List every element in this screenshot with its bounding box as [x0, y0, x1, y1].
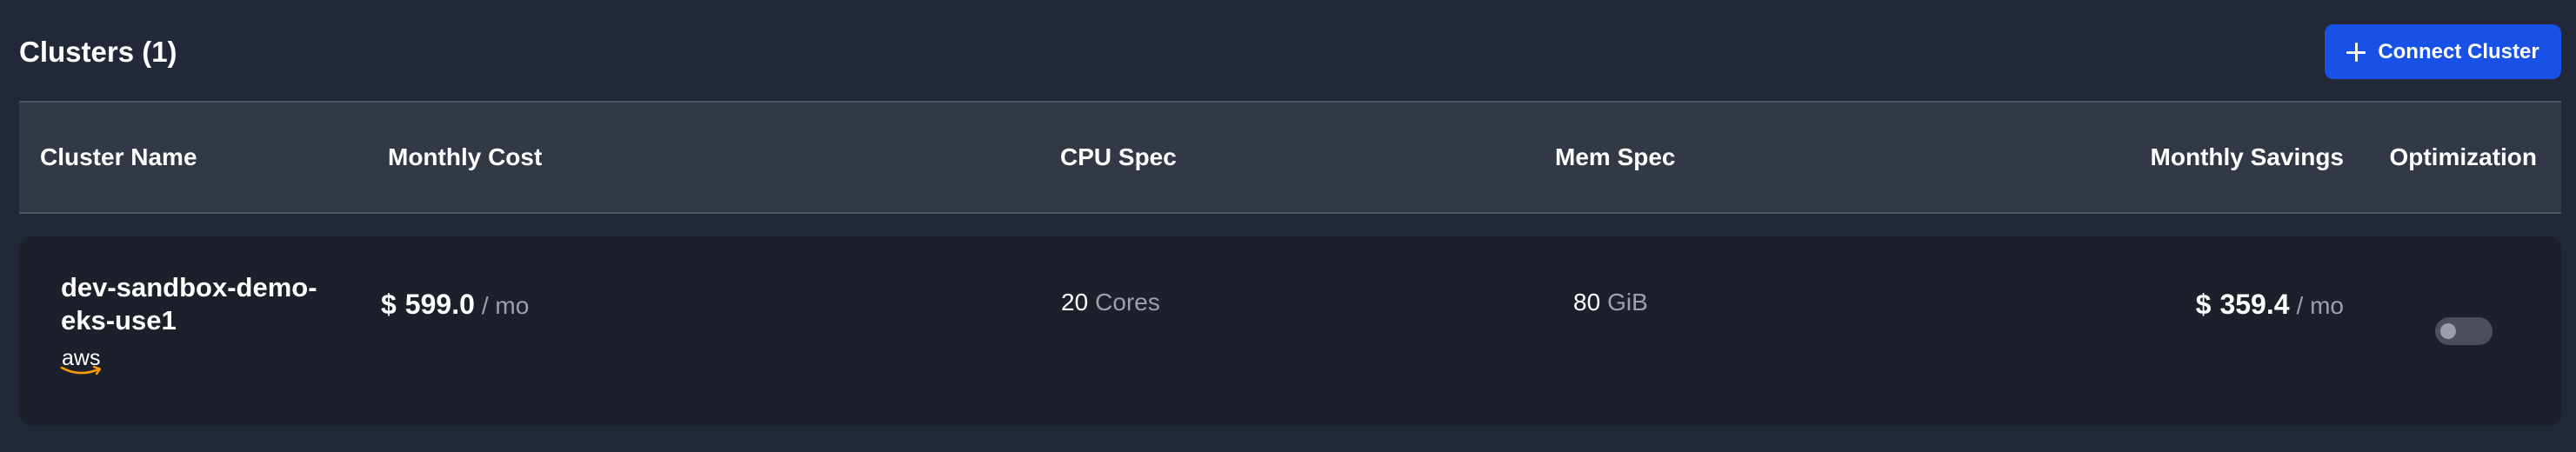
- column-header-cluster-name[interactable]: Cluster Name: [40, 103, 197, 212]
- aws-smile-icon: [60, 365, 102, 376]
- column-header-monthly-savings[interactable]: Monthly Savings: [2151, 103, 2344, 212]
- column-header-cpu-spec[interactable]: CPU Spec: [1060, 103, 1177, 212]
- aws-logo: aws: [60, 346, 105, 377]
- monthly-cost-unit: / mo: [481, 292, 530, 319]
- mem-spec-cell: 80 GiB: [1573, 289, 1648, 332]
- monthly-cost-currency: $: [381, 289, 397, 320]
- connect-cluster-button-label: Connect Cluster: [2378, 39, 2539, 63]
- page-title: Clusters (1): [19, 36, 177, 68]
- savings-unit: / mo: [2296, 292, 2344, 319]
- optimization-toggle[interactable]: [2435, 317, 2493, 345]
- mem-unit: GiB: [1607, 289, 1648, 316]
- cluster-name[interactable]: dev-sandbox-demo-eks-use1: [61, 271, 357, 337]
- table-row[interactable]: dev-sandbox-demo-eks-use1 aws $ 599.0 / …: [19, 236, 2561, 426]
- clusters-page: Clusters (1) Connect Cluster Cluster Nam…: [0, 0, 2576, 452]
- cpu-unit: Cores: [1095, 289, 1160, 316]
- monthly-savings-cell: $ 359.4 / mo: [2196, 289, 2344, 332]
- cpu-value: 20: [1061, 289, 1089, 316]
- savings-currency: $: [2195, 289, 2212, 320]
- plus-icon: [2346, 42, 2366, 62]
- monthly-cost-value: 599.0: [404, 289, 475, 320]
- savings-value: 359.4: [2219, 289, 2290, 320]
- connect-cluster-button[interactable]: Connect Cluster: [2325, 24, 2561, 79]
- cpu-spec-cell: 20 Cores: [1061, 289, 1160, 332]
- column-header-optimization[interactable]: Optimization: [2389, 103, 2537, 212]
- toggle-knob: [2440, 323, 2456, 339]
- table-header: Cluster Name Monthly Cost CPU Spec Mem S…: [19, 101, 2561, 214]
- monthly-cost-cell: $ 599.0 / mo: [381, 289, 529, 332]
- column-header-monthly-cost[interactable]: Monthly Cost: [388, 103, 542, 212]
- mem-value: 80: [1573, 289, 1601, 316]
- column-header-mem-spec[interactable]: Mem Spec: [1555, 103, 1676, 212]
